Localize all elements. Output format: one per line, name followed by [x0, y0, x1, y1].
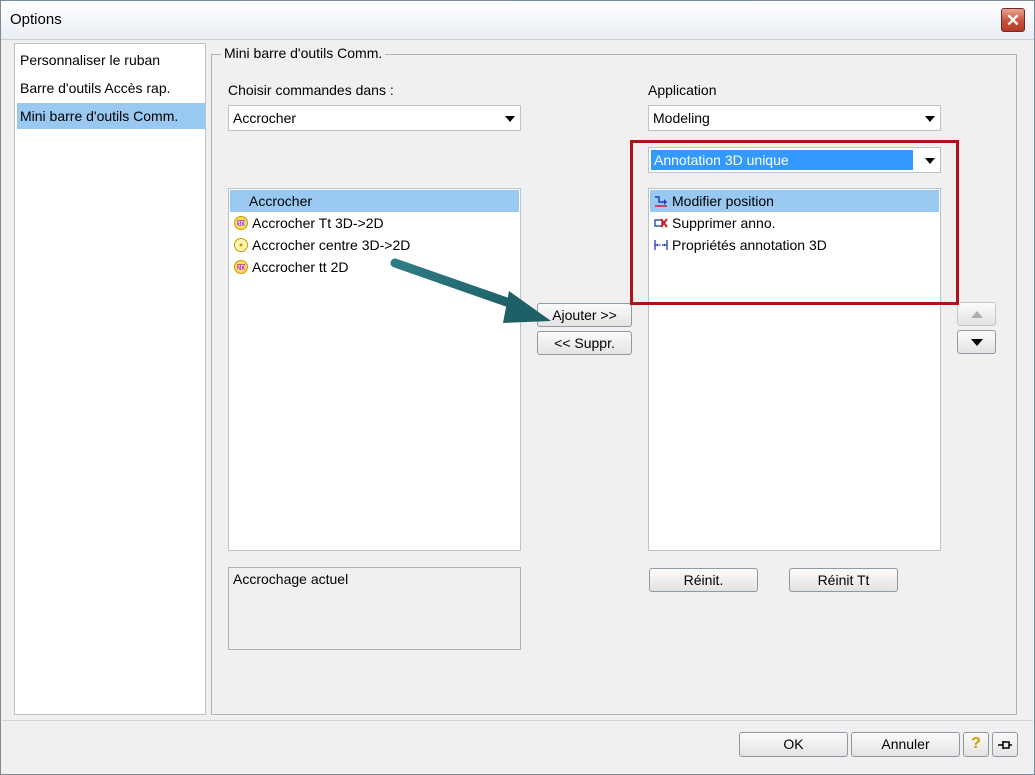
window-title: Options: [10, 11, 62, 28]
move-down-button[interactable]: [957, 330, 996, 354]
move-up-button[interactable]: [957, 302, 996, 326]
highlight-rectangle: [630, 140, 959, 305]
chevron-down-icon: [925, 116, 935, 122]
cancel-button[interactable]: Annuler: [851, 732, 960, 757]
list-item-label: Accrocher Tt 3D->2D: [252, 215, 384, 231]
ok-button[interactable]: OK: [739, 732, 848, 757]
pin-button[interactable]: [992, 732, 1018, 757]
application-label: Application: [648, 82, 717, 98]
reset-button[interactable]: Réinit.: [649, 568, 758, 592]
list-item-label: Accrocher tt 2D: [252, 259, 349, 275]
svg-text:3D: 3D: [237, 221, 246, 228]
nav-item-quick-access-toolbar[interactable]: Barre d'outils Accès rap.: [17, 75, 205, 101]
arrow-up-icon: [971, 311, 983, 318]
available-commands-list[interactable]: Accrocher 3D Accrocher Tt 3D->2D Accroche…: [228, 188, 521, 551]
pin-icon: [998, 741, 1012, 749]
footer-divider: [2, 720, 1033, 721]
application-dropdown[interactable]: Modeling: [648, 105, 941, 131]
title-bar: Options ✕: [1, 1, 1034, 40]
help-icon: ?: [971, 735, 981, 752]
nav-item-customize-ribbon[interactable]: Personnaliser le ruban: [17, 47, 205, 73]
close-button[interactable]: ✕: [1001, 8, 1025, 32]
nav-item-mini-toolbar[interactable]: Mini barre d'outils Comm.: [17, 103, 205, 129]
snap-center-icon: [234, 238, 248, 252]
reset-all-button[interactable]: Réinit Tt: [789, 568, 898, 592]
help-button[interactable]: ?: [963, 732, 989, 757]
snap-3d-icon: 3D: [234, 216, 248, 230]
teal-arrow-icon: [390, 258, 551, 323]
category-list: Personnaliser le ruban Barre d'outils Ac…: [14, 43, 206, 715]
options-dialog: Options ✕ Personnaliser le ruban Barre d…: [0, 0, 1035, 775]
snap-2d-icon: 2D: [234, 260, 248, 274]
current-snap-panel: Accrochage actuel: [228, 567, 521, 650]
arrow-down-icon: [971, 339, 983, 346]
chevron-down-icon: [505, 116, 515, 122]
group-title: Mini barre d'outils Comm.: [221, 45, 386, 61]
current-snap-label: Accrochage actuel: [233, 571, 349, 587]
commands-source-value: Accrocher: [233, 110, 297, 126]
application-value: Modeling: [653, 110, 710, 126]
remove-button[interactable]: << Suppr.: [537, 331, 632, 355]
list-item[interactable]: Accrocher: [230, 190, 519, 212]
commands-source-dropdown[interactable]: Accrocher: [228, 105, 521, 131]
choose-commands-label: Choisir commandes dans :: [228, 82, 394, 98]
list-item[interactable]: 3D Accrocher Tt 3D->2D: [230, 212, 519, 234]
svg-text:2D: 2D: [237, 265, 246, 272]
